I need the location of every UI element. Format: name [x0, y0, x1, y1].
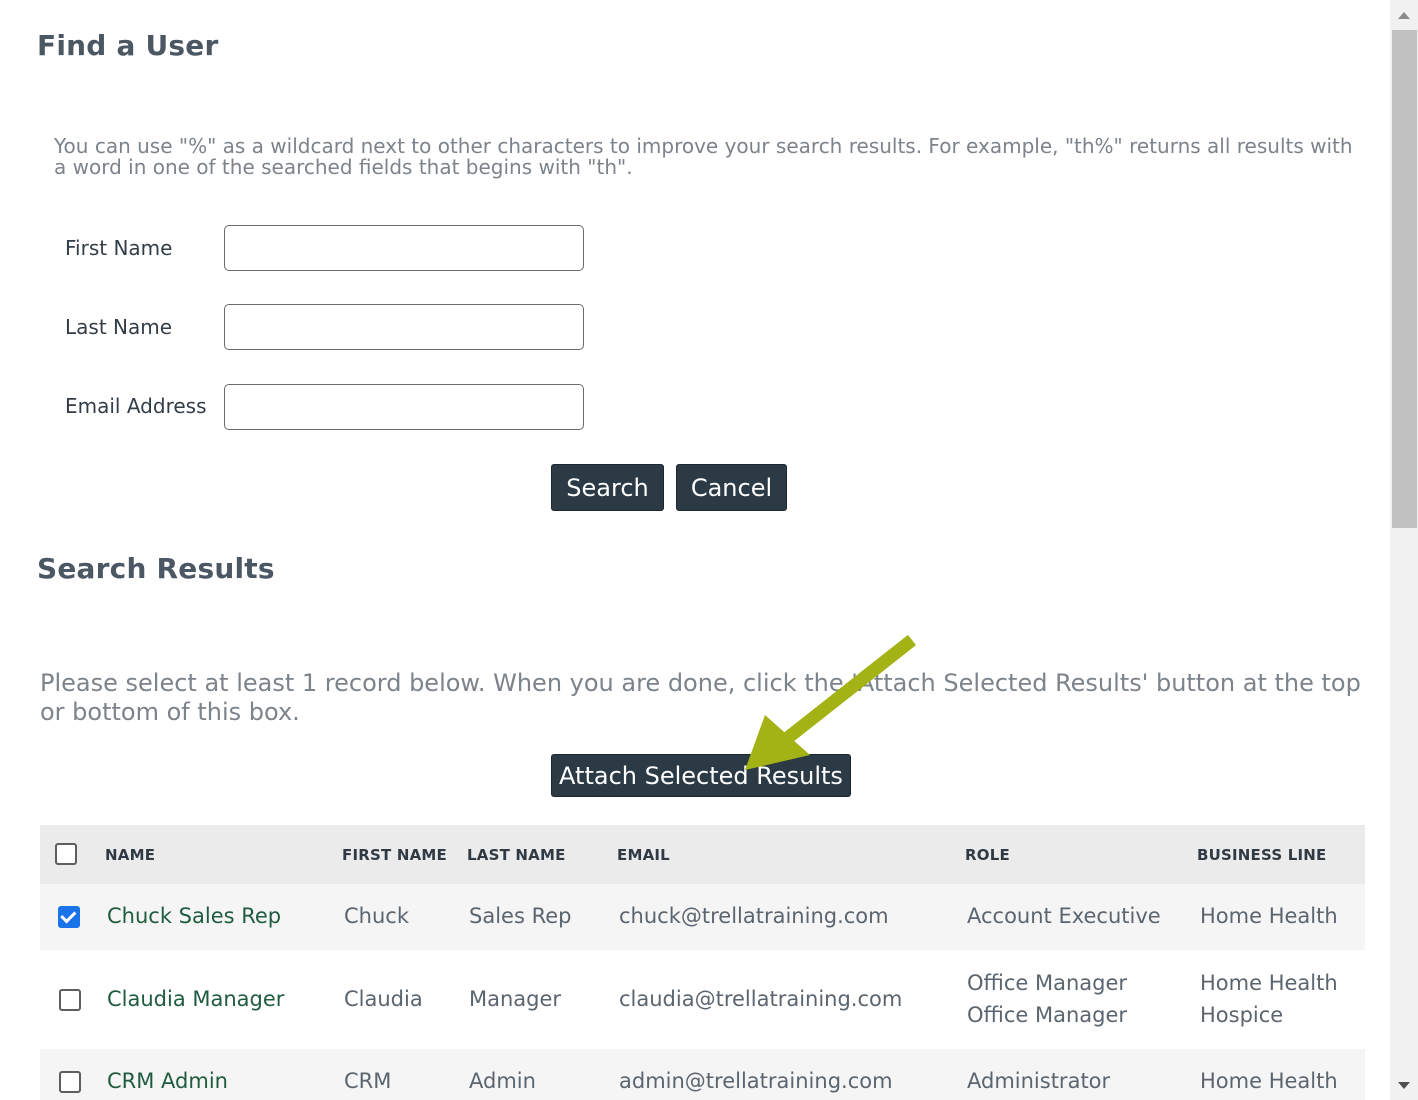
wildcard-hint: You can use "%" as a wildcard next to ot… [54, 134, 1353, 179]
role-cell: Office Manager [967, 1003, 1128, 1027]
business-line-cell: Home Health [1200, 971, 1338, 995]
email-address-input[interactable] [224, 384, 584, 430]
user-name-link[interactable]: Claudia Manager [107, 987, 284, 1011]
cancel-button[interactable]: Cancel [676, 464, 787, 511]
first-name-label: First Name [65, 236, 173, 260]
last-name-cell: Sales Rep [469, 904, 572, 928]
select-records-hint: Please select at least 1 record below. W… [40, 669, 1361, 726]
table-header: NAME FIRST NAME LAST NAME EMAIL ROLE BUS… [40, 825, 1365, 884]
row-checkbox[interactable] [59, 989, 81, 1011]
business-line-cell: Hospice [1200, 1003, 1284, 1027]
arrow-down-icon [1398, 1081, 1410, 1089]
table-row: Chuck Sales Rep Chuck Sales Rep chuck@tr… [40, 884, 1365, 950]
search-button[interactable]: Search [551, 464, 664, 511]
last-name-cell: Admin [469, 1069, 536, 1093]
email-cell: admin@trellatraining.com [619, 1069, 893, 1093]
table-row: CRM Admin CRM Admin admin@trellatraining… [40, 1049, 1365, 1100]
search-results-title: Search Results [37, 552, 275, 585]
find-user-title: Find a User [37, 29, 219, 62]
scrollbar-thumb[interactable] [1392, 30, 1417, 528]
last-name-input[interactable] [224, 304, 584, 350]
table-row: Claudia Manager Claudia Manager claudia@… [40, 950, 1365, 1049]
first-name-cell: Claudia [344, 987, 423, 1011]
email-cell: chuck@trellatraining.com [619, 904, 889, 928]
column-header-business-line[interactable]: BUSINESS LINE [1197, 846, 1327, 864]
arrow-up-icon [1398, 11, 1410, 19]
business-line-cell: Home Health [1200, 904, 1338, 928]
first-name-cell: Chuck [344, 904, 409, 928]
column-header-name[interactable]: NAME [105, 846, 155, 864]
row-checkbox[interactable] [59, 1071, 81, 1093]
scroll-down-button[interactable] [1390, 1070, 1418, 1100]
role-cell: Account Executive [967, 904, 1161, 928]
email-cell: claudia@trellatraining.com [619, 987, 903, 1011]
role-cell: Administrator [967, 1069, 1111, 1093]
column-header-role[interactable]: ROLE [965, 846, 1010, 864]
attach-selected-results-button[interactable]: Attach Selected Results [551, 754, 851, 797]
email-address-label: Email Address [65, 394, 207, 418]
column-header-last-name[interactable]: LAST NAME [467, 846, 566, 864]
user-name-link[interactable]: Chuck Sales Rep [107, 904, 281, 928]
last-name-cell: Manager [469, 987, 562, 1011]
row-checkbox[interactable] [58, 906, 80, 928]
business-line-cell: Home Health [1200, 1069, 1338, 1093]
vertical-scrollbar[interactable] [1390, 0, 1418, 1100]
column-header-first-name[interactable]: FIRST NAME [342, 846, 447, 864]
first-name-input[interactable] [224, 225, 584, 271]
last-name-label: Last Name [65, 315, 173, 339]
user-name-link[interactable]: CRM Admin [107, 1069, 228, 1093]
column-header-email[interactable]: EMAIL [617, 846, 670, 864]
role-cell: Office Manager [967, 971, 1128, 995]
first-name-cell: CRM [344, 1069, 392, 1093]
select-all-checkbox[interactable] [55, 843, 77, 865]
scroll-up-button[interactable] [1390, 0, 1418, 30]
page: Find a User You can use "%" as a wildcar… [0, 0, 1390, 1100]
